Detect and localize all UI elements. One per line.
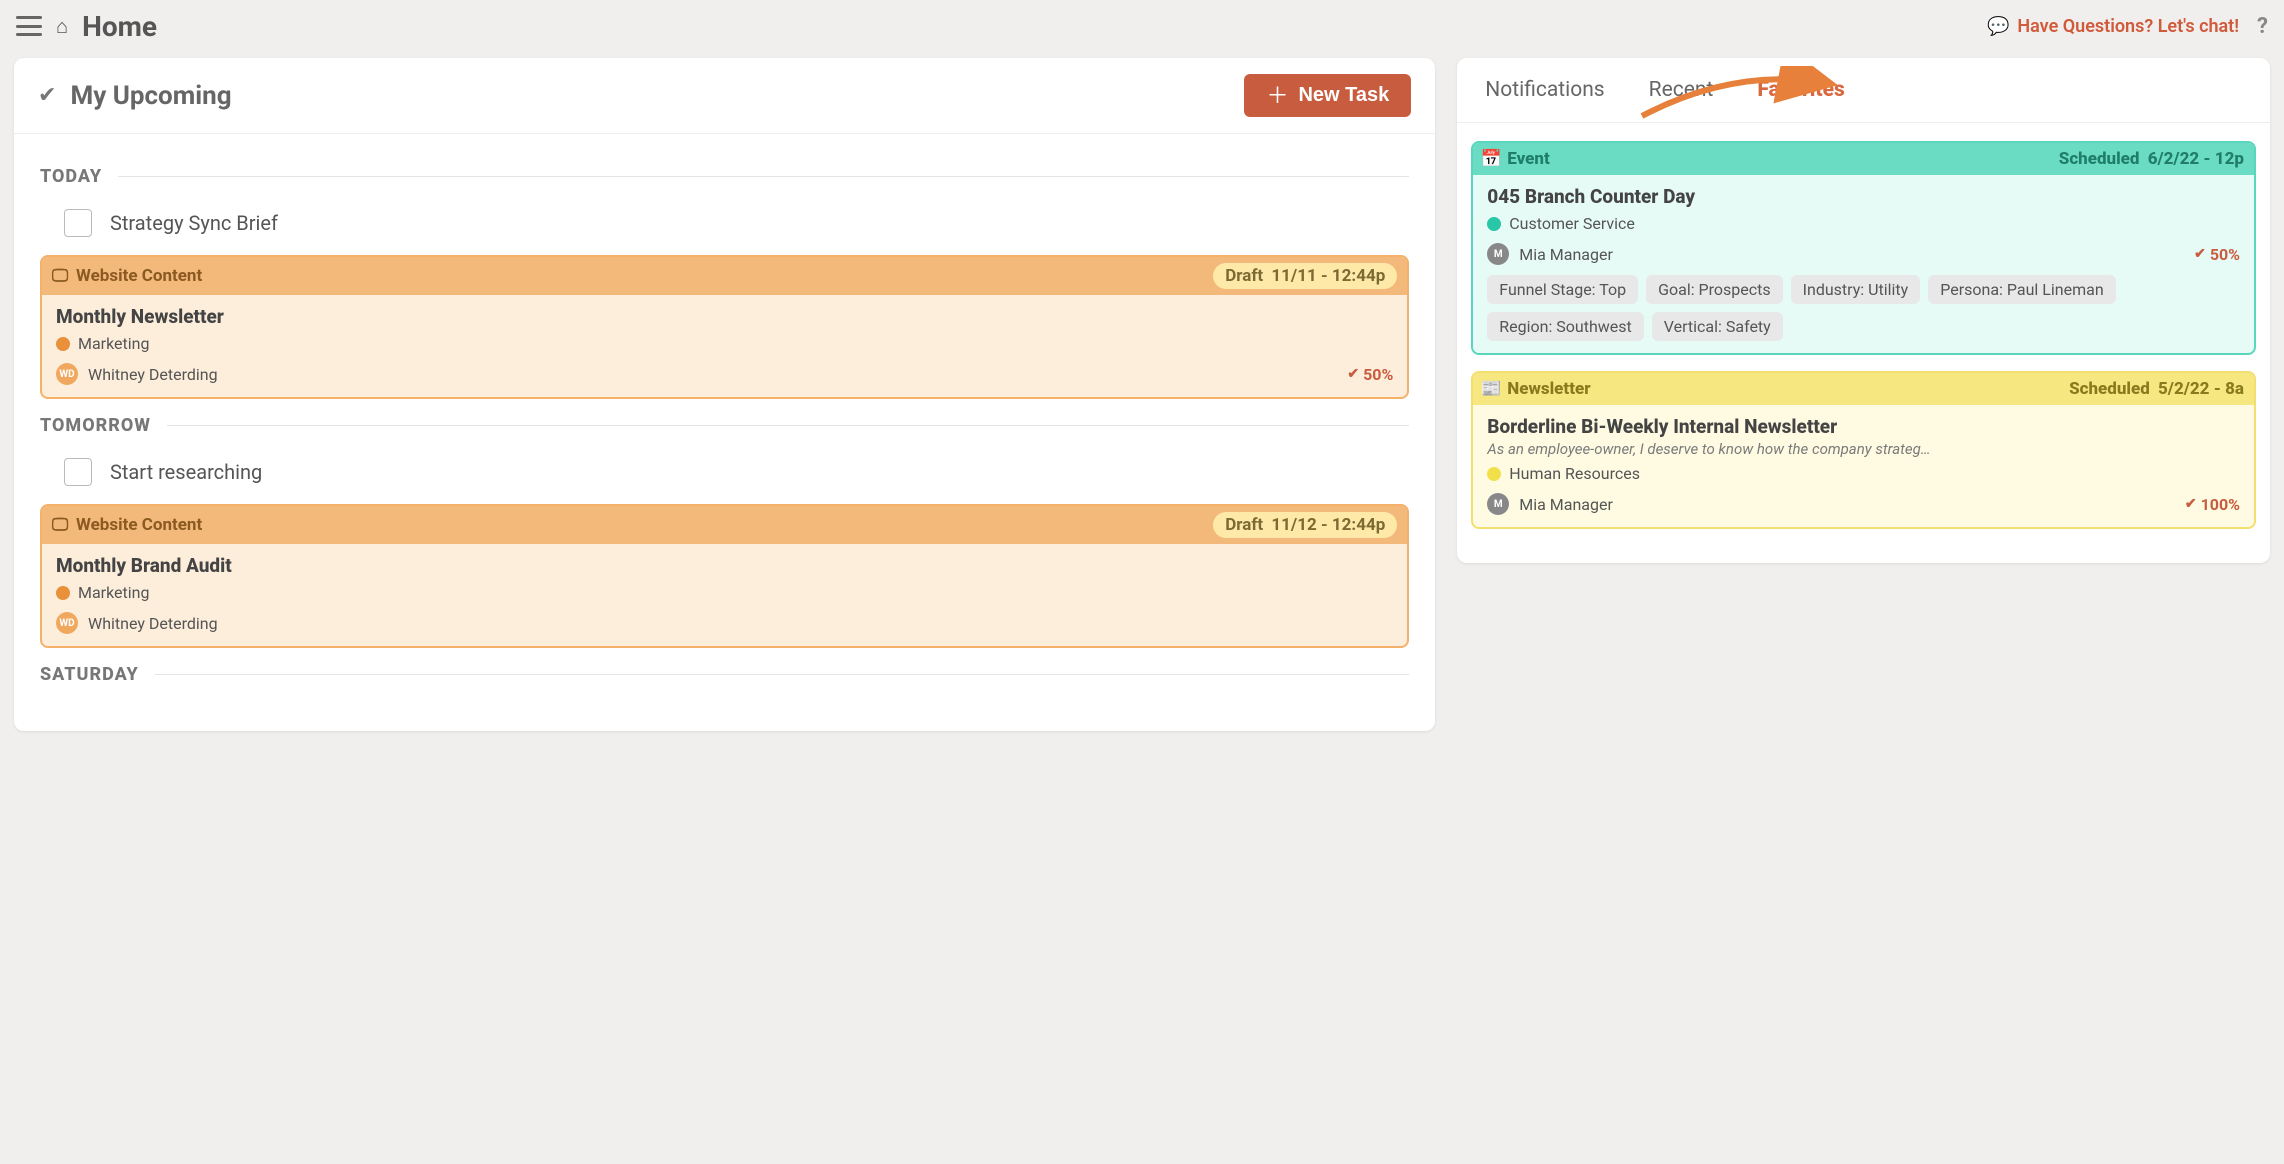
newsletter-icon: 📰 [1483, 381, 1499, 397]
card-title: Monthly Newsletter [56, 305, 1393, 328]
fav-progress: 100% [2185, 495, 2240, 514]
tag[interactable]: Funnel Stage: Top [1487, 275, 1638, 304]
tab-recent[interactable]: Recent [1649, 58, 1714, 122]
avatar: WD [56, 363, 78, 385]
avatar: M [1487, 243, 1509, 265]
calendar-icon: 📅 [1483, 151, 1499, 167]
day-label-today: TODAY [40, 166, 1409, 187]
side-tabs: Notifications Recent Favorites [1457, 58, 2270, 123]
category-dot [1487, 217, 1501, 231]
monitor-icon: 🖵 [52, 268, 68, 284]
check-icon: ✔ [38, 83, 56, 108]
fav-progress: 50% [2194, 245, 2240, 264]
favorite-card[interactable]: 📅 Event Scheduled 6/2/22 - 12p 045 Branc… [1471, 141, 2256, 355]
category-dot [1487, 467, 1501, 481]
fav-category: Customer Service [1509, 214, 1635, 233]
monitor-icon: 🖵 [52, 517, 68, 533]
day-label-saturday: SATURDAY [40, 664, 1409, 685]
chat-link[interactable]: 💬 Have Questions? Let's chat! [1987, 16, 2239, 37]
upcoming-panel: ✔ My Upcoming ＋ New Task TODAY Strategy … [14, 58, 1435, 731]
upcoming-header: ✔ My Upcoming ＋ New Task [14, 58, 1435, 134]
help-icon[interactable]: ? [2257, 14, 2268, 39]
fav-category: Human Resources [1509, 464, 1640, 483]
day-label-tomorrow: TOMORROW [40, 415, 1409, 436]
new-task-button[interactable]: ＋ New Task [1244, 74, 1411, 117]
fav-type: Newsletter [1507, 379, 1590, 399]
card-owner: Whitney Deterding [88, 365, 218, 384]
chat-bubble-icon: 💬 [1987, 16, 2009, 37]
favorite-card[interactable]: 📰 Newsletter Scheduled 5/2/22 - 8a Borde… [1471, 371, 2256, 529]
upcoming-title: My Upcoming [70, 81, 231, 111]
avatar: M [1487, 493, 1509, 515]
menu-icon[interactable] [16, 16, 42, 36]
status-badge: Draft 11/12 - 12:44p [1213, 512, 1397, 538]
card-title: Monthly Brand Audit [56, 554, 1393, 577]
side-panel: Notifications Recent Favorites 📅 E [1457, 58, 2270, 563]
card-type: Website Content [76, 266, 202, 286]
task-row[interactable]: Start researching [40, 452, 1409, 504]
fav-title: Borderline Bi-Weekly Internal Newsletter [1487, 415, 2240, 438]
task-text: Strategy Sync Brief [110, 211, 278, 235]
plus-icon: ＋ [1266, 85, 1288, 107]
card-category: Marketing [78, 334, 149, 353]
task-text: Start researching [110, 460, 262, 484]
card-owner: Whitney Deterding [88, 614, 218, 633]
category-dot [56, 586, 70, 600]
tag[interactable]: Industry: Utility [1791, 275, 1921, 304]
tab-notifications[interactable]: Notifications [1485, 58, 1604, 122]
tag[interactable]: Goal: Prospects [1646, 275, 1783, 304]
tag[interactable]: Region: Southwest [1487, 312, 1644, 341]
fav-owner: Mia Manager [1519, 495, 1613, 514]
card-category: Marketing [78, 583, 149, 602]
fav-type: Event [1507, 149, 1550, 169]
fav-scheduled: Scheduled 6/2/22 - 12p [2059, 149, 2244, 169]
tag[interactable]: Persona: Paul Lineman [1928, 275, 2115, 304]
page-title: Home [82, 10, 157, 43]
status-badge: Draft 11/11 - 12:44p [1213, 263, 1397, 289]
chat-link-text: Have Questions? Let's chat! [2017, 16, 2239, 37]
home-icon[interactable]: ⌂ [56, 14, 68, 39]
checkbox[interactable] [64, 458, 92, 486]
content-card[interactable]: 🖵 Website Content Draft 11/12 - 12:44p M… [40, 504, 1409, 648]
fav-subtitle: As an employee-owner, I deserve to know … [1487, 440, 2240, 458]
content-card[interactable]: 🖵 Website Content Draft 11/11 - 12:44p M… [40, 255, 1409, 399]
task-row[interactable]: Strategy Sync Brief [40, 203, 1409, 255]
topbar: ⌂ Home 💬 Have Questions? Let's chat! ? [0, 0, 2284, 52]
tag[interactable]: Vertical: Safety [1652, 312, 1783, 341]
category-dot [56, 337, 70, 351]
tab-favorites[interactable]: Favorites [1757, 58, 1844, 122]
fav-tags: Funnel Stage: Top Goal: Prospects Indust… [1487, 275, 2240, 341]
checkbox[interactable] [64, 209, 92, 237]
card-type: Website Content [76, 515, 202, 535]
fav-owner: Mia Manager [1519, 245, 1613, 264]
card-progress: 50% [1347, 365, 1393, 384]
avatar: WD [56, 612, 78, 634]
fav-title: 045 Branch Counter Day [1487, 185, 2240, 208]
fav-scheduled: Scheduled 5/2/22 - 8a [2069, 379, 2244, 399]
new-task-label: New Task [1298, 84, 1389, 107]
